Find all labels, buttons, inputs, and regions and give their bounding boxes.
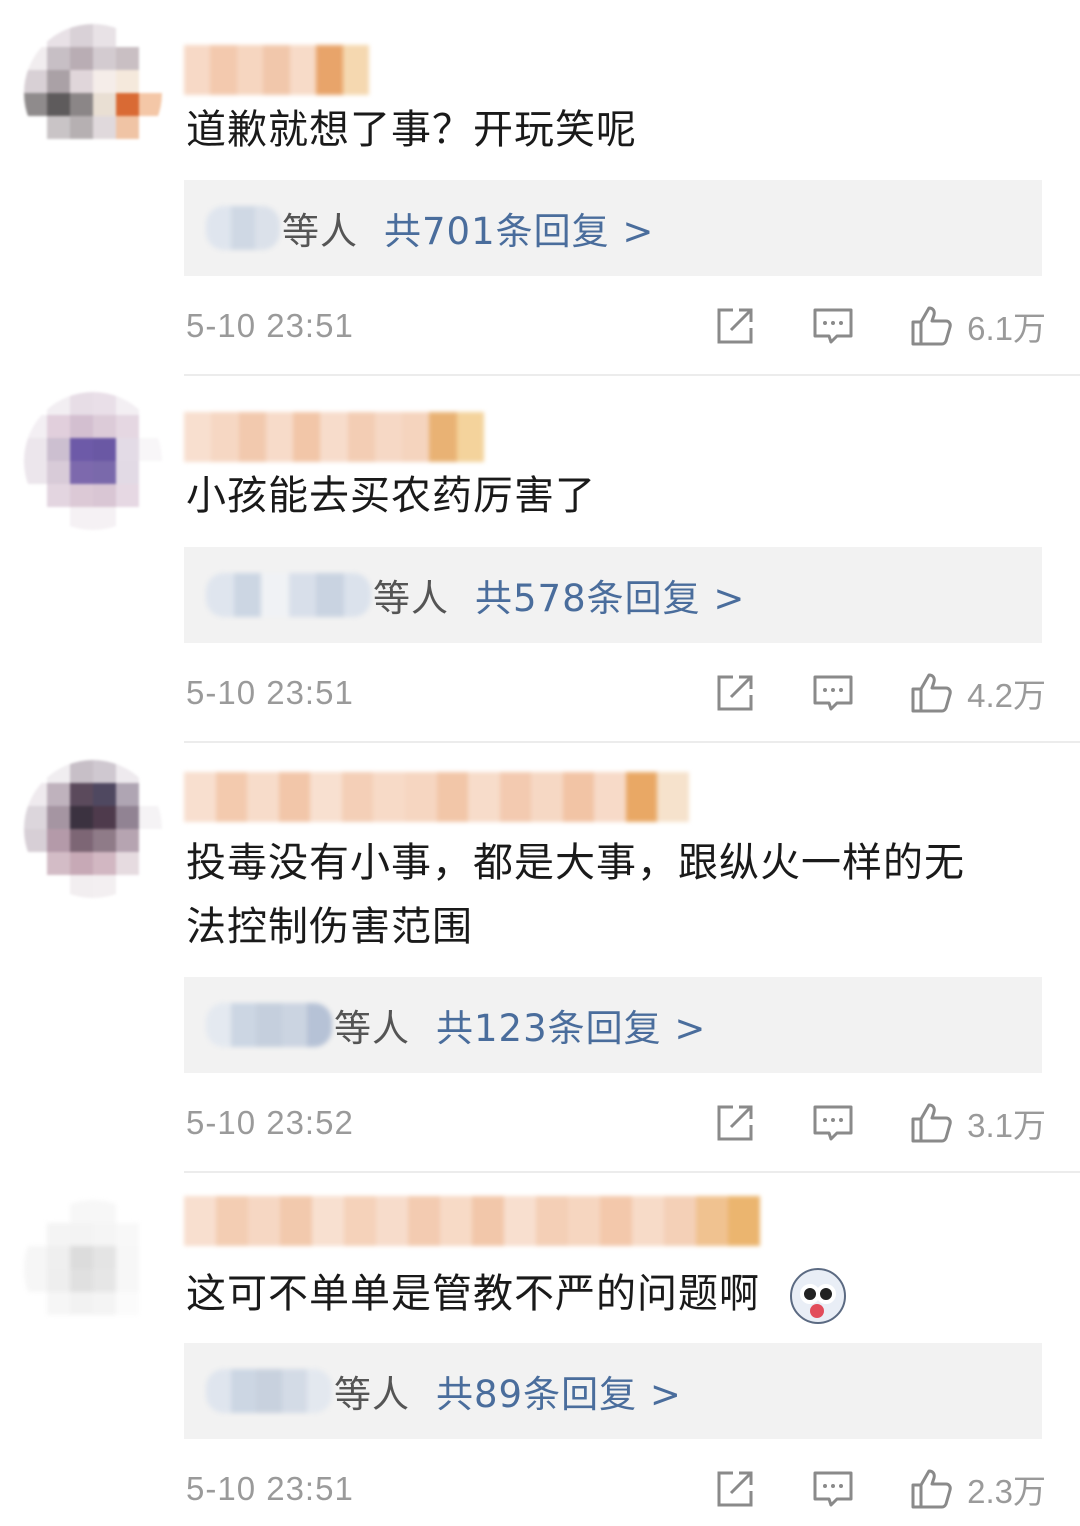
comment-text-content: 这可不单单是管教不严的问题啊 xyxy=(186,1271,760,1317)
avatar[interactable] xyxy=(24,24,162,162)
thumbs-up-icon[interactable] xyxy=(909,304,953,348)
username-blurred[interactable] xyxy=(184,772,689,822)
timestamp: 5-10 23:51 xyxy=(186,307,354,344)
reply-summary[interactable]: 等人 共578条回复 > xyxy=(184,547,1042,643)
reply-suffix: 等人 xyxy=(334,1373,410,1416)
divider xyxy=(184,374,1080,376)
reply-count-link[interactable]: 共701条回复 > xyxy=(384,201,654,255)
action-bar: 3.1万 xyxy=(713,1093,1046,1153)
reply-users-blurred xyxy=(206,206,280,250)
comment-text-line: 法控制伤害范围 xyxy=(186,904,473,950)
share-icon[interactable] xyxy=(713,304,757,348)
comment-icon[interactable] xyxy=(811,304,855,348)
thumbs-up-icon[interactable] xyxy=(909,1467,953,1511)
avatar[interactable] xyxy=(24,392,162,530)
action-bar: 4.2万 xyxy=(713,663,1046,723)
reply-summary[interactable]: 等人 共89条回复 > xyxy=(184,1343,1042,1439)
comment-text: 小孩能去买农药厉害了 xyxy=(186,473,596,519)
action-bar: 2.3万 xyxy=(713,1459,1046,1519)
reply-users-blurred xyxy=(206,1369,332,1413)
divider xyxy=(184,741,1080,743)
avatar[interactable] xyxy=(24,1200,162,1338)
reply-count-link[interactable]: 共89条回复 > xyxy=(436,1364,682,1418)
like-button[interactable]: 3.1万 xyxy=(909,1099,1046,1147)
like-count: 6.1万 xyxy=(967,310,1046,347)
reply-suffix: 等人 xyxy=(334,1007,410,1050)
like-count: 3.1万 xyxy=(967,1107,1046,1144)
timestamp: 5-10 23:51 xyxy=(186,674,354,711)
divider xyxy=(184,1171,1080,1173)
username-blurred[interactable] xyxy=(184,45,369,95)
timestamp: 5-10 23:51 xyxy=(186,1470,354,1507)
comment-icon[interactable] xyxy=(811,1101,855,1145)
reply-summary[interactable]: 等人 共701条回复 > xyxy=(184,180,1042,276)
thumbs-up-icon[interactable] xyxy=(909,1101,953,1145)
username-blurred[interactable] xyxy=(184,412,484,462)
comment-icon[interactable] xyxy=(811,671,855,715)
reply-users-blurred xyxy=(206,573,371,617)
husky-emoji-icon xyxy=(790,1268,846,1324)
reply-suffix: 等人 xyxy=(373,577,449,620)
comment-meta: 5-10 23:52 3.1万 xyxy=(186,1093,1046,1153)
comment-text-line: 投毒没有小事，都是大事，跟纵火一样的无 xyxy=(186,840,965,886)
share-icon[interactable] xyxy=(713,671,757,715)
comment-meta: 5-10 23:51 2.3万 xyxy=(186,1459,1046,1519)
comment-text: 这可不单单是管教不严的问题啊 xyxy=(186,1262,1036,1326)
reply-suffix: 等人 xyxy=(282,210,358,253)
like-button[interactable]: 2.3万 xyxy=(909,1465,1046,1513)
like-count: 4.2万 xyxy=(967,677,1046,714)
reply-count-link[interactable]: 共578条回复 > xyxy=(475,568,745,622)
avatar[interactable] xyxy=(24,760,162,898)
comment-icon[interactable] xyxy=(811,1467,855,1511)
reply-summary[interactable]: 等人 共123条回复 > xyxy=(184,977,1042,1073)
reply-count-link[interactable]: 共123条回复 > xyxy=(436,998,706,1052)
like-button[interactable]: 4.2万 xyxy=(909,669,1046,717)
username-blurred[interactable] xyxy=(184,1196,760,1246)
timestamp: 5-10 23:52 xyxy=(186,1104,354,1141)
like-button[interactable]: 6.1万 xyxy=(909,302,1046,350)
share-icon[interactable] xyxy=(713,1101,757,1145)
like-count: 2.3万 xyxy=(967,1473,1046,1510)
comment-meta: 5-10 23:51 6.1万 xyxy=(186,296,1046,356)
reply-users-blurred xyxy=(206,1003,332,1047)
comment-text: 道歉就想了事？开玩笑呢 xyxy=(186,107,637,153)
thumbs-up-icon[interactable] xyxy=(909,671,953,715)
share-icon[interactable] xyxy=(713,1467,757,1511)
comment-meta: 5-10 23:51 4.2万 xyxy=(186,663,1046,723)
action-bar: 6.1万 xyxy=(713,296,1046,356)
